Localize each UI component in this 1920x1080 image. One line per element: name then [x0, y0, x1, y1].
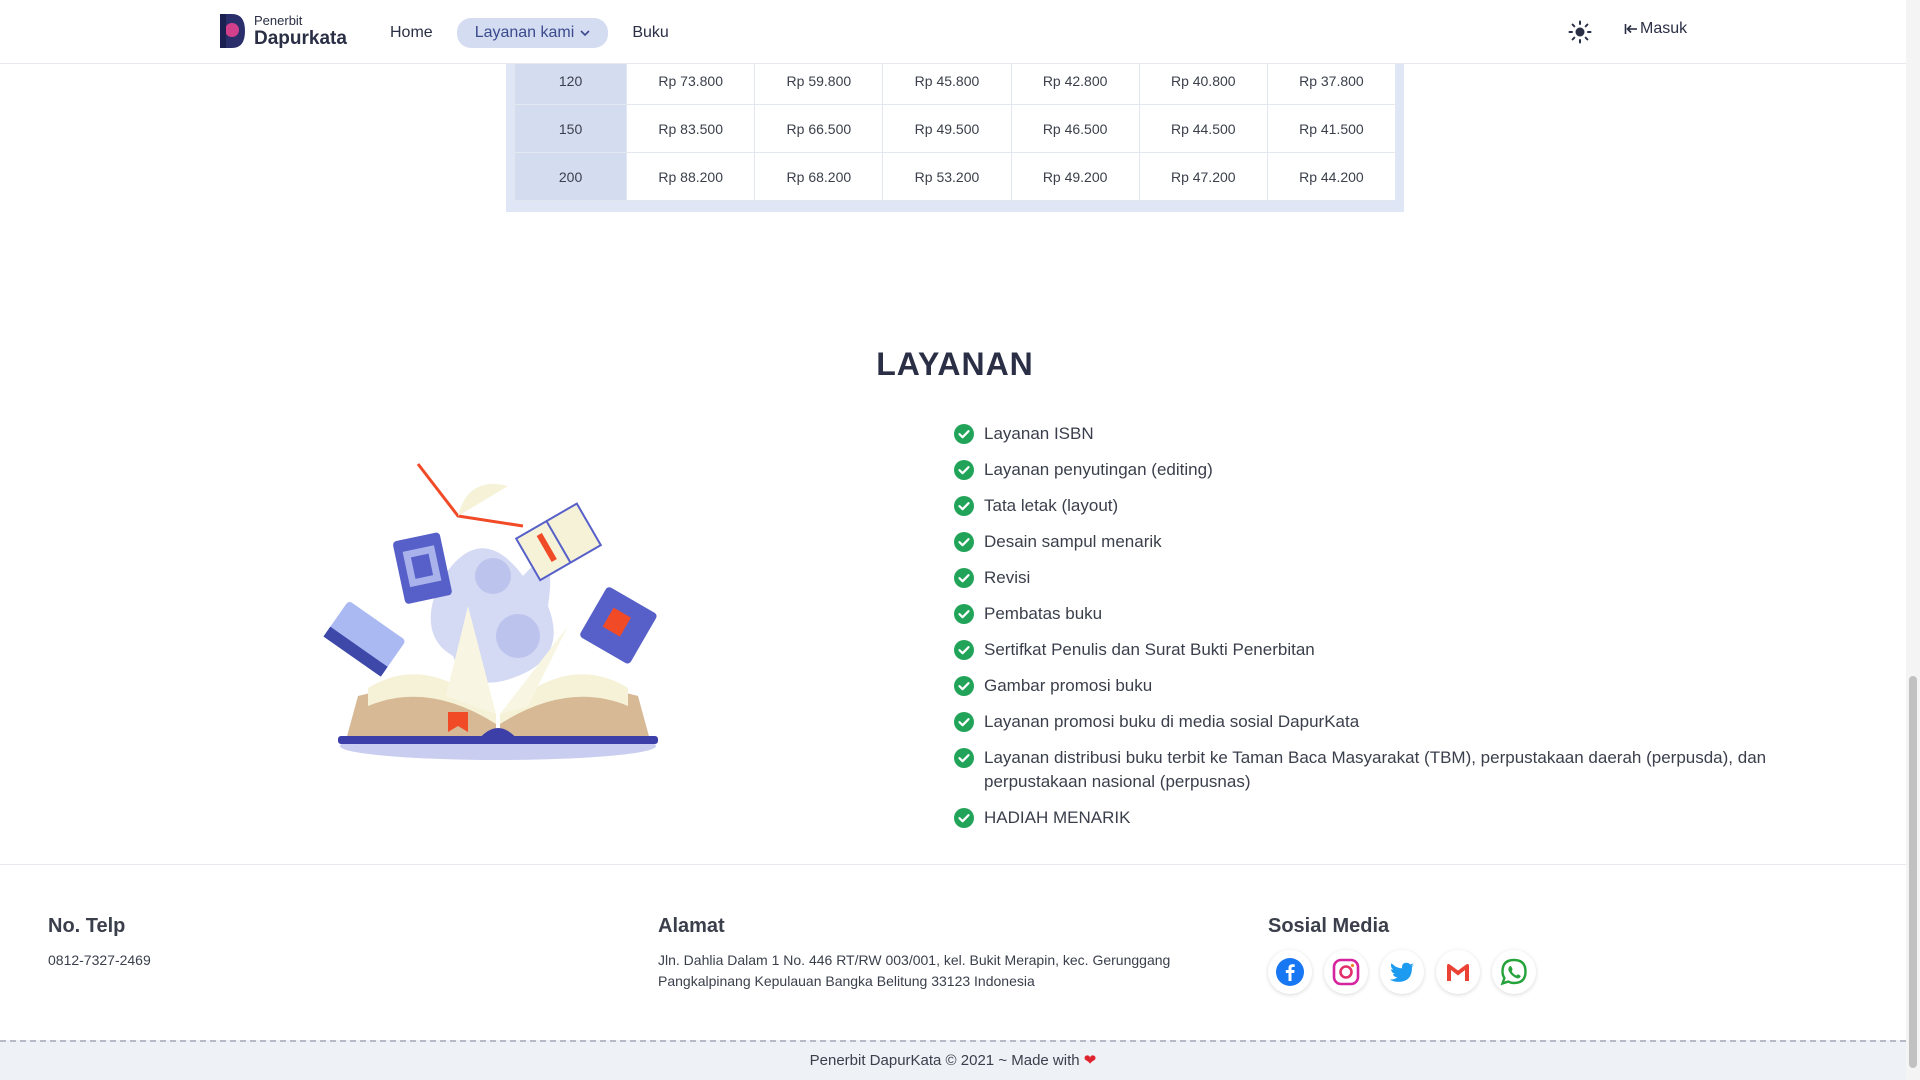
list-item: Desain sampul menarik — [954, 530, 1854, 554]
nav-layanan-dropdown[interactable]: Layanan kami — [456, 18, 609, 48]
service-item-label: Revisi — [984, 568, 1031, 587]
nav-layanan-label: Layanan kami — [474, 24, 575, 41]
check-circle-icon — [954, 460, 974, 480]
sun-icon[interactable] — [1568, 20, 1592, 44]
whatsapp-button[interactable] — [1492, 950, 1536, 994]
price-cell: Rp 47.200 — [1138, 152, 1268, 201]
gmail-button[interactable] — [1436, 950, 1480, 994]
check-circle-icon — [954, 676, 974, 696]
footer-address-section: Alamat Jln. Dahlia Dalam 1 No. 446 RT/RW… — [658, 915, 1238, 992]
price-table: 120 Rp 73.800 Rp 59.800 Rp 45.800 Rp 42.800 R… — [513, 56, 1397, 201]
instagram-icon — [1332, 958, 1360, 986]
brand-small-text: Penerbit — [254, 13, 303, 28]
footer: No. Telp 0812-7327-2469 Alamat Jln. Dahl… — [0, 864, 1906, 1040]
whatsapp-icon — [1500, 958, 1527, 986]
check-circle-icon — [954, 424, 974, 444]
service-item-label: Desain sampul menarik — [984, 532, 1162, 551]
heart-icon: ❤ — [1083, 1052, 1097, 1069]
price-cell: Rp 44.500 — [1138, 104, 1268, 153]
service-item-label: Sertifkat Penulis dan Surat Bukti Penerb… — [984, 640, 1315, 659]
check-circle-icon — [954, 568, 974, 588]
list-item: Tata letak (layout) — [954, 494, 1854, 518]
phone-number: 0812-7327-2469 — [48, 952, 151, 968]
chevron-down-icon — [580, 30, 590, 37]
price-cell: Rp 66.500 — [754, 104, 884, 153]
social-title: Sosial Media — [1268, 915, 1390, 937]
phone-title: No. Telp — [48, 915, 126, 937]
brand-logo[interactable]: Penerbit Dapurkata — [218, 12, 347, 50]
page-scrollbar[interactable] — [1906, 0, 1920, 1080]
footer-social-section: Sosial Media — [1268, 915, 1536, 994]
price-cell: Rp 44.200 — [1266, 152, 1397, 201]
navbar: Penerbit Dapurkata Home Layanan kami Buk… — [0, 0, 1906, 64]
instagram-button[interactable] — [1324, 950, 1368, 994]
nav-buku-link[interactable]: Buku — [622, 18, 678, 48]
list-item: Sertifkat Penulis dan Surat Bukti Penerb… — [954, 638, 1854, 662]
footer-phone-section: No. Telp 0812-7327-2469 — [48, 915, 151, 971]
login-label: Masuk — [1640, 20, 1688, 37]
price-cell: Rp 46.500 — [1010, 104, 1140, 153]
service-item-label: HADIAH MENARIK — [984, 808, 1131, 827]
list-item: HADIAH MENARIK — [954, 806, 1854, 830]
service-item-label: Layanan promosi buku di media sosial Dap… — [984, 712, 1360, 731]
check-circle-icon — [954, 604, 974, 624]
list-item: Layanan penyutingan (editing) — [954, 458, 1854, 482]
price-cell: Rp 49.500 — [882, 104, 1012, 153]
list-item: Gambar promosi buku — [954, 674, 1854, 698]
table-row: 200 Rp 88.200 Rp 68.200 Rp 53.200 Rp 49.200 R… — [513, 152, 1397, 201]
page-count-cell: 200 — [513, 152, 628, 201]
page-count-cell: 150 — [513, 104, 628, 153]
login-button[interactable]: Masuk — [1624, 20, 1687, 38]
price-cell: Rp 88.200 — [626, 152, 756, 201]
price-cell: Rp 68.200 — [754, 152, 884, 201]
check-circle-icon — [954, 640, 974, 660]
address-title: Alamat — [658, 915, 725, 937]
brand-name: Dapurkata — [254, 28, 347, 49]
list-item: Pembatas buku — [954, 602, 1854, 626]
table-row: 150 Rp 83.500 Rp 66.500 Rp 49.500 Rp 46.500 R… — [513, 104, 1397, 153]
open-book-illustration — [323, 463, 658, 760]
price-cell: Rp 53.200 — [882, 152, 1012, 201]
service-item-label: Layanan distribusi buku terbit ke Taman … — [984, 748, 1767, 791]
section-title: LAYANAN — [876, 346, 1034, 382]
service-item-label: Pembatas buku — [984, 604, 1103, 623]
scrollbar-thumb[interactable] — [1909, 676, 1917, 1068]
list-item: Layanan distribusi buku terbit ke Taman … — [954, 746, 1854, 794]
check-circle-icon — [954, 496, 974, 516]
price-table-container: 120 Rp 73.800 Rp 59.800 Rp 45.800 Rp 42.800 R… — [506, 56, 1404, 212]
twitter-button[interactable] — [1380, 950, 1424, 994]
twitter-icon — [1389, 962, 1414, 982]
check-circle-icon — [954, 532, 974, 552]
service-item-label: Gambar promosi buku — [984, 676, 1153, 695]
price-cell: Rp 41.500 — [1266, 104, 1397, 153]
check-circle-icon — [954, 808, 974, 828]
list-item: Layanan promosi buku di media sosial Dap… — [954, 710, 1854, 734]
service-item-label: Layanan penyutingan (editing) — [984, 460, 1213, 479]
service-item-label: Layanan ISBN — [984, 424, 1094, 443]
service-item-label: Tata letak (layout) — [984, 496, 1119, 515]
list-item: Revisi — [954, 566, 1854, 590]
check-circle-icon — [954, 712, 974, 732]
facebook-icon — [1276, 958, 1304, 986]
price-cell: Rp 83.500 — [626, 104, 756, 153]
dapurkata-logo-icon — [220, 14, 245, 48]
service-list: Layanan ISBN Layanan penyutingan (editing… — [954, 422, 1854, 842]
copyright-bar: Penerbit DapurKata © 2021 ~ Made with ❤ — [0, 1040, 1906, 1080]
nav-home-link[interactable]: Home — [380, 18, 443, 48]
check-circle-icon — [954, 748, 974, 768]
price-cell: Rp 49.200 — [1010, 152, 1140, 201]
facebook-button[interactable] — [1268, 950, 1312, 994]
list-item: Layanan ISBN — [954, 422, 1854, 446]
copyright-text: Penerbit DapurKata © 2021 ~ Made with — [809, 1052, 1080, 1069]
address-text: Jln. Dahlia Dalam 1 No. 446 RT/RW 003/00… — [658, 952, 1171, 989]
login-arrow-icon — [1624, 24, 1637, 34]
gmail-icon — [1447, 964, 1469, 981]
